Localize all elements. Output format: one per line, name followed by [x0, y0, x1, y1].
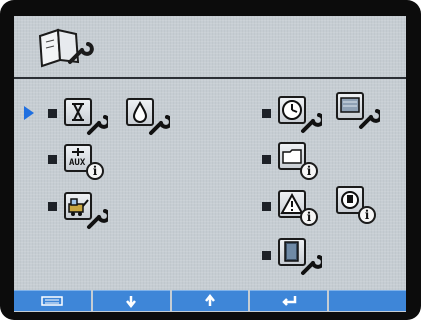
menu-item-aux-info[interactable]: AUX i — [64, 140, 124, 184]
menu-item-clock-wrench[interactable] — [278, 92, 388, 136]
softkey-bar — [14, 290, 406, 312]
header-divider — [14, 77, 406, 79]
device-bezel: AUX i i i i — [0, 0, 421, 320]
softkey-keyboard[interactable] — [14, 290, 91, 311]
wrench-icon — [149, 115, 170, 135]
display-screen: AUX i i i i — [14, 16, 406, 312]
menu-item-folder-info[interactable]: i — [278, 140, 338, 184]
bullet-icon — [262, 251, 271, 260]
bullet-icon — [48, 202, 57, 211]
softkey-down[interactable] — [92, 290, 170, 311]
wrench-icon — [301, 255, 322, 275]
arrow-down-icon — [126, 296, 137, 308]
bullet-icon — [48, 155, 57, 164]
softkey-up[interactable] — [171, 290, 249, 311]
header — [14, 16, 406, 76]
menu-item-hourglass-wrench[interactable] — [64, 96, 174, 140]
info-icon: i — [300, 208, 318, 226]
enter-icon — [282, 296, 297, 306]
keyboard-icon — [41, 296, 64, 306]
menu-item-machine-wrench[interactable] — [64, 188, 124, 232]
softkey-blank[interactable] — [329, 290, 406, 311]
wrench-icon — [359, 109, 380, 129]
book-wrench-icon — [38, 28, 94, 68]
info-icon: i — [300, 162, 318, 180]
arrow-up-icon — [205, 294, 215, 306]
info-icon: i — [86, 162, 104, 180]
bullet-icon — [262, 202, 271, 211]
wrench-icon — [301, 113, 322, 133]
aux-label: AUX — [69, 158, 86, 168]
info-icon: i — [358, 206, 376, 224]
selection-cursor-icon — [24, 106, 34, 120]
wrench-icon — [87, 115, 108, 135]
bullet-icon — [48, 109, 57, 118]
menu-item-warning-info[interactable]: i i — [278, 184, 388, 230]
wrench-icon — [87, 209, 108, 229]
bullet-icon — [262, 155, 271, 164]
menu-item-door-wrench[interactable] — [278, 236, 338, 280]
softkey-enter[interactable] — [250, 290, 328, 311]
bullet-icon — [262, 109, 271, 118]
